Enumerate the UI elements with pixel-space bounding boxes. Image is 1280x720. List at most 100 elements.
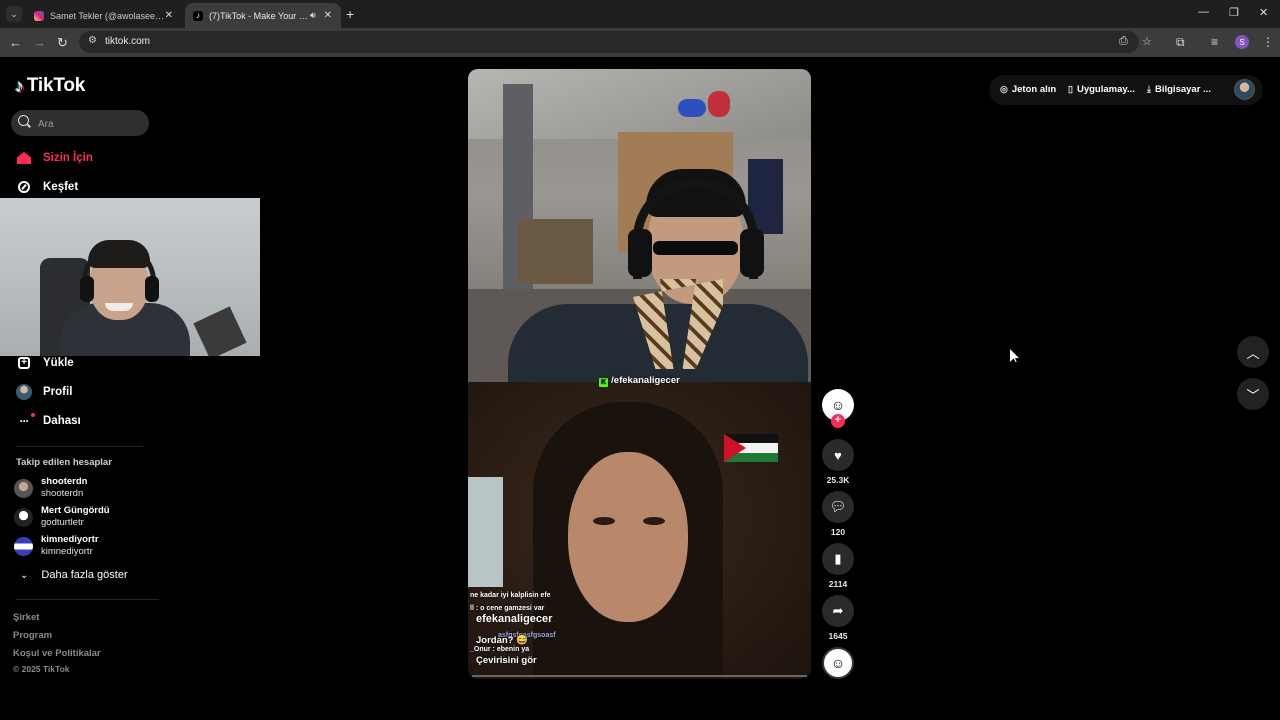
next-video-button[interactable]: ﹀	[1237, 378, 1269, 410]
kebab-menu-icon[interactable]: ⋮	[1262, 35, 1274, 49]
tab-close-icon[interactable]: ✕	[165, 10, 173, 21]
account-username: shooterdn	[41, 488, 84, 499]
nav-label: Yükle	[43, 357, 74, 369]
avatar	[14, 537, 33, 556]
see-translation-link[interactable]: Çevirisini gör	[476, 655, 537, 666]
tab-close-icon[interactable]: ✕	[324, 10, 332, 21]
tiktok-logo[interactable]: ♪ TikTok	[15, 75, 85, 97]
followed-account[interactable]: kimnediyortr kimnediyortr	[14, 534, 154, 560]
get-coins-label: Jeton alın	[1011, 84, 1057, 95]
home-icon	[16, 150, 32, 166]
nav-upload[interactable]: + Yükle	[16, 353, 74, 373]
url-text[interactable]: tiktok.com	[105, 36, 150, 47]
jordan-flag-icon	[724, 434, 778, 462]
nav-label: Sizin İçin	[43, 152, 93, 164]
sidebar-divider	[16, 599, 159, 600]
share-action[interactable]: ➦ 1645	[822, 595, 854, 641]
followed-account[interactable]: Mert Güngördü godturtletr	[14, 505, 154, 531]
video-caption: Jordan? 😅	[476, 635, 528, 646]
mouse-cursor-icon	[1010, 349, 1019, 362]
follow-plus-button[interactable]: +	[831, 414, 845, 428]
share-icon[interactable]: ➦	[822, 595, 854, 627]
nav-more[interactable]: ··· Dahası	[16, 411, 81, 431]
profile-avatar-icon	[16, 384, 32, 400]
footer-program-link[interactable]: Program	[13, 630, 52, 641]
footer-terms-link[interactable]: Koşul ve Politikalar	[13, 648, 101, 659]
back-icon[interactable]: ←	[9, 35, 22, 50]
site-info-icon[interactable]: ⚙	[88, 35, 97, 46]
browser-tab-bar: ⌄ Samet Tekler (@awolasee) • Insta ✕ ♪ (…	[0, 0, 1280, 28]
nav-label: Profil	[43, 386, 73, 398]
kick-logo-icon: K	[599, 378, 609, 387]
bookmark-icon[interactable]: ▮	[822, 543, 854, 575]
account-name: kimnediyortr	[41, 534, 99, 545]
following-section-title: Takip edilen hesaplar	[16, 457, 112, 468]
desktop-app-button[interactable]: ⤓ Bilgisayar ...	[1147, 84, 1211, 95]
top-right-bar: ◎ Jeton alın ▯ Uygulamay... ⤓ Bilgisayar ..…	[989, 75, 1263, 105]
bookmark-star-icon[interactable]: ☆	[1142, 35, 1152, 48]
tab-tiktok[interactable]: ♪ (7)TikTok - Make Your Day 🔊︎ ✕	[185, 3, 341, 28]
new-tab-button[interactable]: +	[346, 6, 354, 22]
get-coins-button[interactable]: ◎ Jeton alın	[1000, 84, 1056, 95]
extensions-icon[interactable]: ⧉	[1176, 35, 1185, 50]
close-window-icon[interactable]: ✕	[1259, 6, 1268, 19]
like-action[interactable]: ♥ 25.3K	[822, 439, 854, 485]
logo-text: TikTok	[26, 75, 86, 96]
nav-label: Keşfet	[43, 181, 79, 193]
media-controls-icon[interactable]: ≡	[1211, 35, 1218, 49]
get-app-label: Uygulamay...	[1076, 84, 1135, 95]
followed-account[interactable]: shooterdn shooterdn	[14, 476, 154, 502]
minimize-icon[interactable]: —	[1198, 6, 1209, 18]
stream-handle-tag: K/efekanaligecer	[468, 375, 811, 387]
account-username: godturtletr	[41, 517, 84, 528]
more-dots-icon: ···	[19, 413, 35, 428]
video-author[interactable]: efekanaligecer	[476, 613, 552, 625]
tab-instagram[interactable]: Samet Tekler (@awolasee) • Insta ✕	[26, 3, 182, 28]
tiktok-page: ♪ TikTok Sizin İçin Keşfet + Yükle Profi…	[0, 57, 1280, 720]
chevron-down-icon: ⌄	[20, 569, 29, 581]
video-top-stream	[468, 69, 811, 404]
previous-video-button[interactable]: ︿	[1237, 336, 1269, 368]
reload-icon[interactable]: ↻	[57, 35, 68, 51]
forward-icon[interactable]: →	[33, 35, 46, 50]
save-action[interactable]: ▮ 2114	[822, 543, 854, 589]
search-box[interactable]	[11, 110, 150, 136]
comment-icon[interactable]: 💬︎	[822, 491, 854, 523]
chat-line: ne kadar iyi kalplisin efe	[470, 592, 551, 599]
omnibox[interactable]: ⚙ tiktok.com ⎙ ☆	[79, 31, 1152, 53]
browser-profile-avatar[interactable]: S	[1235, 35, 1249, 49]
restore-icon[interactable]: ❐	[1229, 6, 1239, 19]
tab-title: (7)TikTok - Make Your Day	[209, 10, 310, 21]
tab-title: Samet Tekler (@awolasee) • Insta	[50, 10, 165, 21]
search-input[interactable]	[36, 114, 150, 134]
nav-explore[interactable]: Keşfet	[16, 177, 78, 197]
install-app-icon[interactable]: ⎙	[1119, 35, 1128, 48]
heart-icon[interactable]: ♥	[822, 439, 854, 471]
tab-search-button[interactable]: ⌄	[6, 6, 22, 22]
avatar	[14, 508, 33, 527]
user-avatar[interactable]	[1234, 79, 1255, 100]
video-player[interactable]: K/efekanaligecer ne kadar iyi kalplisin …	[468, 69, 811, 679]
search-icon	[18, 115, 29, 126]
tiktok-note-icon: ♪	[15, 75, 24, 96]
show-more-accounts-button[interactable]: ⌄ Daha fazla göster	[20, 569, 128, 581]
handle-text: /efekanaligecer	[611, 375, 680, 386]
footer-company-link[interactable]: Şirket	[13, 612, 39, 623]
like-count: 25.3K	[826, 475, 850, 485]
comment-count: 120	[830, 527, 846, 537]
nav-label: Dahası	[43, 415, 81, 427]
nav-for-you[interactable]: Sizin İçin	[16, 148, 93, 168]
music-disc-avatar[interactable]: ☺	[822, 647, 854, 679]
webcam-overlay	[0, 198, 260, 356]
sidebar-divider	[16, 446, 143, 447]
desktop-app-label: Bilgisayar ...	[1154, 84, 1211, 95]
chat-line: _Onur : ebenin ya	[470, 646, 530, 653]
get-app-button[interactable]: ▯ Uygulamay...	[1068, 84, 1135, 95]
coin-icon: ◎	[1000, 84, 1008, 94]
copyright-text: © 2025 TikTok	[13, 664, 70, 674]
speaker-icon[interactable]: 🔊︎	[310, 10, 316, 21]
comment-action[interactable]: 💬︎ 120	[822, 491, 854, 537]
video-progress-bar[interactable]	[472, 675, 807, 677]
nav-profile[interactable]: Profil	[16, 382, 72, 402]
tiktok-favicon-icon: ♪	[193, 10, 203, 21]
